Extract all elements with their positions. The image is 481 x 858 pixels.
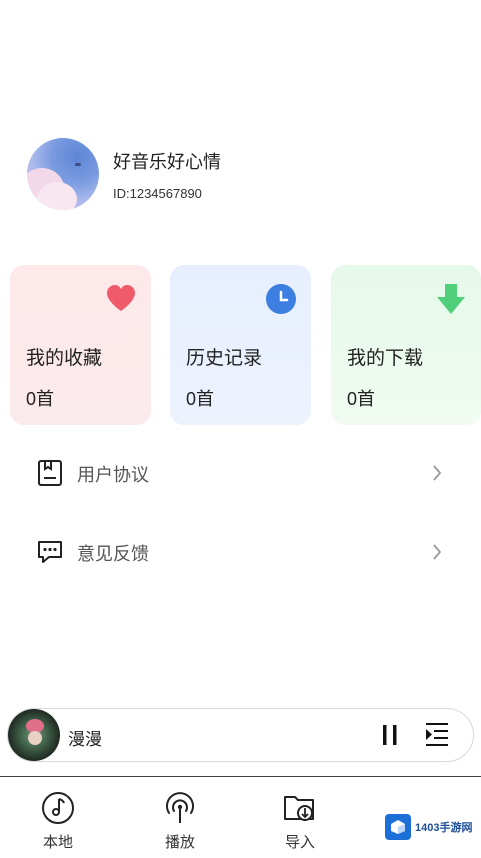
library-cards: 我的收藏 0首 历史记录 0首 我的下载 0首 (10, 265, 481, 430)
history-title: 历史记录 (186, 348, 263, 369)
album-cover[interactable] (8, 709, 60, 761)
avatar[interactable] (27, 138, 99, 210)
favorites-count: 0首 (26, 389, 55, 409)
user-id: ID:1234567890 (113, 185, 202, 201)
history-card[interactable]: 历史记录 0首 (170, 265, 311, 425)
chat-bubble-icon (37, 539, 63, 565)
tab-local-label: 本地 (42, 834, 73, 851)
watermark-cube-icon (385, 814, 411, 840)
download-arrow-icon (435, 283, 467, 315)
history-count: 0首 (186, 389, 215, 409)
document-icon (37, 460, 63, 486)
favorites-title: 我的收藏 (26, 348, 103, 369)
watermark-logo: 1403手游网 (385, 812, 477, 842)
username: 好音乐好心情 (113, 151, 221, 172)
watermark-text: 1403手游网 (415, 822, 473, 834)
tab-import[interactable]: 导入 (270, 791, 330, 852)
downloads-count: 0首 (347, 389, 376, 409)
now-playing-title: 漫漫 (68, 730, 102, 749)
tab-play-label: 播放 (164, 834, 195, 851)
menu-item-feedback[interactable]: 意见反馈 (0, 527, 481, 577)
chevron-right-icon (430, 460, 444, 486)
tab-play[interactable]: 播放 (150, 791, 210, 852)
pause-icon[interactable] (380, 724, 400, 746)
playlist-icon[interactable] (424, 721, 450, 747)
music-note-icon (41, 791, 75, 825)
tab-import-label: 导入 (284, 834, 315, 851)
clock-icon (265, 283, 297, 315)
broadcast-icon (163, 791, 197, 825)
profile-header[interactable]: 好音乐好心情 ID:1234567890 (27, 138, 221, 210)
feedback-label: 意见反馈 (77, 544, 149, 564)
downloads-title: 我的下载 (347, 348, 424, 369)
downloads-card[interactable]: 我的下载 0首 (331, 265, 481, 425)
tab-local[interactable]: 本地 (28, 791, 88, 852)
folder-import-icon (283, 791, 317, 825)
heart-icon (105, 283, 137, 315)
menu-item-user-agreement[interactable]: 用户协议 (0, 448, 481, 498)
user-agreement-label: 用户协议 (77, 465, 149, 485)
favorites-card[interactable]: 我的收藏 0首 (10, 265, 151, 425)
mini-player[interactable]: 漫漫 (7, 708, 474, 762)
chevron-right-icon (430, 539, 444, 565)
